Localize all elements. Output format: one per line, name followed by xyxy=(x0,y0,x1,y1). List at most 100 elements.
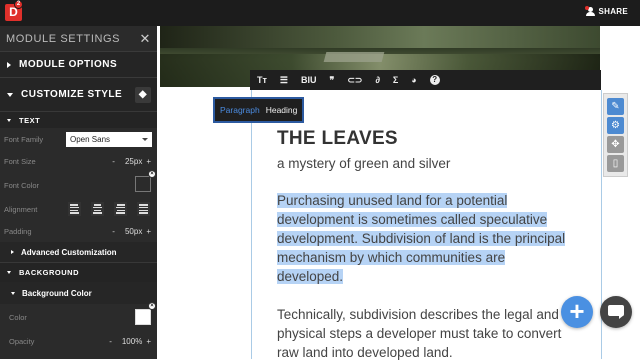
text-format-toolbar: Tт ☰ BIU ❞ ⊂⊃ ∂ Σ ◕ ? xyxy=(250,70,601,90)
caret-right-icon xyxy=(7,61,11,68)
font-size-value: 25px xyxy=(124,156,143,166)
font-size-stepper[interactable]: - 25px + xyxy=(112,157,151,166)
module-options-section[interactable]: MODULE OPTIONS xyxy=(0,51,157,77)
paragraph[interactable]: Technically, subdivision describes the l… xyxy=(277,305,577,362)
align-right-icon[interactable] xyxy=(114,202,127,216)
chat-icon[interactable] xyxy=(600,296,632,328)
background-color-toggle[interactable]: Background Color xyxy=(0,282,157,304)
text-section-label: TEXT xyxy=(19,115,41,125)
panel-header: MODULE SETTINGS ✕ xyxy=(0,26,157,51)
selected-paragraph[interactable]: Purchasing unused land for a potential d… xyxy=(277,191,597,286)
caret-right-icon xyxy=(11,250,14,254)
increment-button[interactable]: + xyxy=(146,337,151,346)
text-type-switcher: Paragraph Heading xyxy=(213,97,305,123)
caret-down-icon xyxy=(11,291,15,295)
chevron-down-icon xyxy=(142,137,148,141)
paragraph-line: mechanism by which communities are xyxy=(277,250,506,265)
opacity-row: Opacity - 100% + xyxy=(0,330,157,352)
paragraph-line: Purchasing unused land for a potential xyxy=(277,193,508,208)
font-family-label: Font Family xyxy=(4,134,44,144)
background-subsection[interactable]: BACKGROUND xyxy=(0,262,157,282)
font-color-label: Font Color xyxy=(4,180,40,190)
notification-badge: 2 xyxy=(14,0,23,9)
share-label: SHARE xyxy=(598,7,628,16)
tab-paragraph[interactable]: Paragraph xyxy=(220,105,260,115)
page-title[interactable]: THE LEAVES xyxy=(277,128,398,150)
module-options-label: MODULE OPTIONS xyxy=(19,59,118,70)
palette-icon[interactable]: ◕ xyxy=(411,75,416,85)
font-family-select[interactable]: Open Sans xyxy=(66,131,152,147)
increment-button[interactable]: + xyxy=(146,227,151,236)
paragraph-line: Technically, subdivision describes the l… xyxy=(277,307,559,322)
opacity-stepper[interactable]: - 100% + xyxy=(109,337,151,346)
paragraph-line: development. Subdivision of land is the … xyxy=(277,231,566,246)
clear-icon[interactable]: × xyxy=(148,170,156,178)
tab-heading[interactable]: Heading xyxy=(266,105,298,115)
link-icon[interactable]: ⊂⊃ xyxy=(347,75,362,86)
user-icon xyxy=(585,6,596,16)
module-settings-panel: MODULE SETTINGS ✕ MODULE OPTIONS CUSTOMI… xyxy=(0,26,157,359)
padding-row: Padding - 50px + xyxy=(0,220,157,242)
bold-italic-underline-icon[interactable]: BIU xyxy=(301,75,317,85)
caret-down-icon xyxy=(7,271,11,274)
advanced-customization-label: Advanced Customization xyxy=(21,247,117,257)
font-family-row: Font Family Open Sans xyxy=(0,128,157,150)
close-icon[interactable]: ✕ xyxy=(140,31,152,47)
text-subsection[interactable]: TEXT xyxy=(0,111,157,128)
caret-down-icon xyxy=(7,118,11,122)
padding-label: Padding xyxy=(4,226,32,236)
alignment-buttons xyxy=(68,202,150,216)
paragraph-line: raw land into developed land. xyxy=(277,345,453,360)
text-size-icon[interactable]: Tт xyxy=(257,75,267,85)
background-section-label: BACKGROUND xyxy=(19,268,79,277)
quote-icon[interactable]: ❞ xyxy=(329,75,334,86)
padding-stepper[interactable]: - 50px + xyxy=(112,227,151,236)
clear-icon[interactable]: × xyxy=(148,302,156,310)
paint-bucket-icon[interactable]: ◆ xyxy=(135,87,151,103)
opacity-value: 100% xyxy=(121,336,143,346)
align-justify-icon[interactable] xyxy=(137,202,150,216)
paragraph-line: physical steps a developer must take to … xyxy=(277,326,562,341)
background-color-label: Background Color xyxy=(22,288,92,298)
hero-boat xyxy=(323,52,385,62)
share-button[interactable]: SHARE xyxy=(585,6,628,16)
align-left-icon[interactable] xyxy=(68,202,81,216)
sigma-icon[interactable]: Σ xyxy=(393,75,398,85)
caret-down-icon xyxy=(7,92,13,97)
background-color-swatch[interactable] xyxy=(135,309,151,325)
customize-style-label: CUSTOMIZE STYLE xyxy=(21,89,123,100)
module-side-toolbar: ✎ ⚙ ✥ ▯ xyxy=(603,93,628,177)
font-size-label: Font Size xyxy=(4,156,36,166)
color-row: Color × xyxy=(0,302,157,330)
trash-icon[interactable]: ▯ xyxy=(607,155,624,172)
list-icon[interactable]: ☰ xyxy=(280,75,288,86)
customize-style-section[interactable]: CUSTOMIZE STYLE ◆ xyxy=(0,77,157,111)
top-bar: D 2 SHARE xyxy=(0,0,640,26)
move-icon[interactable]: ✥ xyxy=(607,136,624,153)
paragraph-line: development is sometimes called speculat… xyxy=(277,212,548,227)
font-color-swatch[interactable] xyxy=(135,176,151,192)
decrement-button[interactable]: - xyxy=(109,337,112,346)
alignment-label: Alignment xyxy=(4,204,38,214)
color-label: Color xyxy=(9,312,27,322)
help-icon[interactable]: ? xyxy=(429,75,440,85)
hero-trees xyxy=(160,26,600,48)
font-family-value: Open Sans xyxy=(70,134,111,144)
alignment-row: Alignment xyxy=(0,198,157,220)
opacity-label: Opacity xyxy=(9,336,35,346)
panel-title: MODULE SETTINGS xyxy=(6,32,121,45)
attachment-icon[interactable]: ∂ xyxy=(375,75,379,85)
decrement-button[interactable]: - xyxy=(112,227,115,236)
paragraph-line: developed. xyxy=(277,269,344,284)
increment-button[interactable]: + xyxy=(146,157,151,166)
add-module-button[interactable]: + xyxy=(561,296,593,328)
font-color-row: Font Color × xyxy=(0,170,157,198)
edit-icon[interactable]: ✎ xyxy=(607,98,624,115)
align-center-icon[interactable] xyxy=(91,202,104,216)
gear-icon[interactable]: ⚙ xyxy=(607,117,624,134)
padding-value: 50px xyxy=(124,226,143,236)
subtitle[interactable]: a mystery of green and silver xyxy=(277,156,450,171)
advanced-customization-toggle[interactable]: Advanced Customization xyxy=(0,242,157,262)
decrement-button[interactable]: - xyxy=(112,157,115,166)
font-size-row: Font Size - 25px + xyxy=(0,150,157,172)
